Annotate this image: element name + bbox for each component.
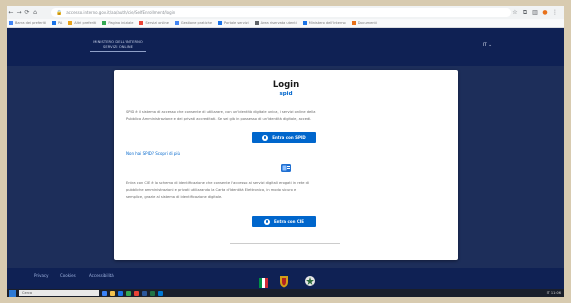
word-icon[interactable] [142,290,147,296]
file-explorer-icon[interactable] [110,290,115,296]
bookmark-item[interactable]: Area riservata utenti [254,21,297,25]
excel-icon[interactable] [150,290,155,296]
taskbar-search[interactable]: Cerca [19,290,99,296]
site-logo[interactable]: MINISTERO DELL'INTERNO SERVIZI ONLINE [83,40,153,52]
address-bar[interactable]: 🔒 accesso.interno.gov.it/aa/auth/cie/Sel… [51,8,511,17]
user-icon [262,134,269,141]
bookmark-label: Area riservata utenti [260,21,297,25]
lock-icon: 🔒 [56,9,63,16]
bookmark-item[interactable]: PA [51,21,63,25]
menu-icon[interactable]: ⋮ [550,6,560,19]
forward-icon[interactable]: → [15,6,23,19]
bookmark-label: Portale servizi [224,21,249,25]
logo-line-2: SERVIZI ONLINE [103,44,133,49]
logo-line-1: MINISTERO DELL'INTERNO [93,40,143,44]
bookmark-icon [102,21,107,25]
footer-link-privacy[interactable]: Privacy [34,273,48,278]
extensions-icon[interactable]: ⧉ [520,6,530,19]
task-view-icon[interactable] [102,290,107,296]
cie-description-2: pubbliche amministrazioni e privati util… [126,188,297,192]
language-select[interactable]: IT ⌄ [483,43,492,48]
bookmark-item[interactable]: Barra dei preferiti [9,21,46,25]
spid-button-label: Entra con SPID [272,135,306,140]
app-icon[interactable] [134,290,139,296]
star-icon[interactable]: ☆ [510,6,520,19]
logo-underline [90,51,146,52]
browser-toolbar: ← → ⟳ ⌂ 🔒 accesso.interno.gov.it/aa/auth… [7,6,564,19]
bookmark-icon [68,21,73,25]
bookmark-label: Ministero dell'Interno [308,21,346,25]
bookmark-label: Altri preferiti [74,21,97,25]
outlook-icon[interactable] [158,290,163,296]
home-icon[interactable]: ⌂ [31,6,39,19]
sidebar-icon[interactable]: ▥ [530,6,540,19]
bookmark-label: Servizi online [145,21,169,25]
card-divider [230,243,340,244]
login-card: Login spid SPID è il sistema di accesso … [114,70,458,260]
bookmark-label: Barra dei preferiti [15,21,46,25]
bookmark-item[interactable]: Documenti [351,21,377,25]
reload-icon[interactable]: ⟳ [23,6,31,19]
spid-login-button[interactable]: Entra con SPID [252,132,316,143]
bookmark-icon [218,21,222,25]
more-info-link[interactable]: Non hai SPID? Scopri di più [126,151,180,156]
bookmark-label: PA [57,21,63,25]
spid-description-2: Pubblica Amministrazione e dei privati a… [126,117,312,121]
bookmark-icon [302,21,307,25]
spid-subtitle: spid [279,91,293,97]
toolbar-actions: ☆ ⧉ ▥ ● ⋮ [510,6,560,19]
spid-description-1: SPID è il sistema di accesso che consent… [126,110,316,114]
bookmark-icon [351,21,356,25]
bookmark-label: Pagina iniziale [108,21,134,25]
footer-link-accessibility[interactable]: Accessibilità [89,273,114,278]
site-header: MINISTERO DELL'INTERNO SERVIZI ONLINE IT… [7,28,564,66]
cie-description-1: Entra con CIE è lo schema di identificaz… [126,181,309,185]
italy-flag-icon [259,278,268,288]
bookmark-item[interactable]: Servizi online [139,21,169,25]
chrome-icon[interactable] [126,290,131,296]
cie-login-button[interactable]: Entra con CIE [252,216,316,227]
bookmark-icon [174,21,179,25]
bookmarks-bar: Barra dei preferiti PA Altri preferiti P… [7,19,564,28]
bookmark-icon [51,21,56,25]
bookmark-label: Gestione pratiche [180,21,212,25]
cie-button-label: Entra con CIE [273,219,305,224]
bookmark-label: Documenti [357,21,377,25]
cie-description-3: semplice, grazie al sistema di identific… [126,195,223,199]
bookmark-item[interactable]: Gestione pratiche [174,21,212,25]
footer-link-cookies[interactable]: Cookies [60,273,76,278]
bookmark-icon [254,21,259,25]
cie-card-icon [281,164,291,172]
cie-icon [263,218,270,225]
police-crest-icon [280,276,288,288]
windows-start-icon[interactable] [9,289,16,297]
bookmark-item[interactable]: Pagina iniziale [102,21,133,25]
back-icon[interactable]: ← [7,6,15,19]
login-title: Login [272,80,300,90]
bookmark-icon [9,21,13,25]
bookmark-icon [139,21,144,25]
edge-icon[interactable] [118,290,123,296]
republic-emblem-icon [305,276,315,286]
address-url[interactable]: accesso.interno.gov.it/aa/auth/cie/SelfE… [66,10,175,15]
bookmark-item[interactable]: Altri preferiti [68,21,96,25]
site-footer: Privacy Cookies Accessibilità [7,268,564,289]
bookmark-item[interactable]: Ministero dell'Interno [302,21,346,25]
system-tray[interactable]: IT 11:06 [547,289,561,297]
os-taskbar: Cerca IT 11:06 [7,289,564,297]
profile-icon[interactable]: ● [540,6,550,19]
bookmark-item[interactable]: Portale servizi [218,21,249,25]
screen: ← → ⟳ ⌂ 🔒 accesso.interno.gov.it/aa/auth… [7,6,564,297]
